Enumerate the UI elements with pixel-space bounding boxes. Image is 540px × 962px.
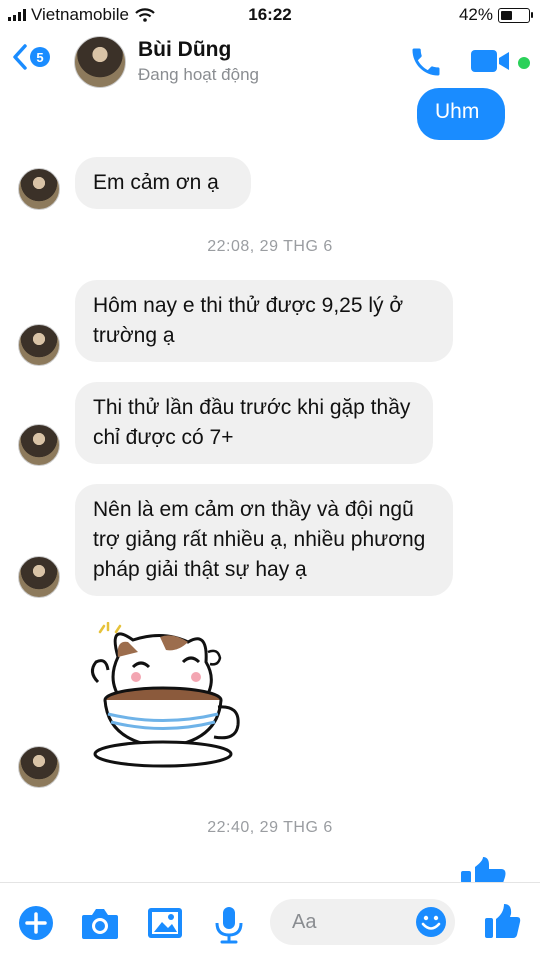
thumbs-up-icon[interactable] xyxy=(482,901,522,941)
back-button[interactable]: 5 xyxy=(12,44,50,70)
incoming-message[interactable]: Thi thử lần đầu trước khi gặp thầy chỉ đ… xyxy=(75,382,433,464)
message-input-placeholder: Aa xyxy=(292,911,317,933)
incoming-message[interactable]: Hôm nay e thi thử được 9,25 lý ở trường … xyxy=(75,280,453,362)
composer-bar: Aa xyxy=(0,882,540,962)
incoming-message[interactable]: Em cảm ơn ạ xyxy=(75,157,251,209)
chat-header: 5 Bùi Dũng Đang hoạt động xyxy=(0,30,540,92)
cat-in-cup-sticker[interactable] xyxy=(78,622,248,772)
incoming-message[interactable]: Nên là em cảm ơn thầy và đội ngũ trợ giả… xyxy=(75,484,453,596)
back-chevron-icon xyxy=(13,44,27,70)
contact-status: Đang hoạt động xyxy=(138,65,259,84)
sender-avatar[interactable] xyxy=(18,746,60,788)
battery-icon xyxy=(498,7,533,23)
contact-name[interactable]: Bùi Dũng xyxy=(138,38,231,62)
battery-percent: 42% xyxy=(458,5,493,24)
thumbs-up-icon[interactable] xyxy=(455,857,507,883)
contact-avatar[interactable] xyxy=(74,36,126,88)
video-camera-icon[interactable] xyxy=(470,46,512,76)
camera-icon[interactable] xyxy=(80,905,120,941)
message-list[interactable]: Uhm Em cảm ơn ạ 22:08, 29 THG 6 Hôm nay … xyxy=(0,88,540,883)
plus-icon[interactable] xyxy=(18,905,54,941)
timestamp: 22:08, 29 THG 6 xyxy=(207,238,333,255)
image-icon[interactable] xyxy=(146,905,184,941)
unread-count-badge: 5 xyxy=(30,47,50,67)
timestamp: 22:40, 29 THG 6 xyxy=(207,819,333,836)
online-indicator xyxy=(516,55,532,71)
message-input[interactable]: Aa xyxy=(270,899,455,945)
status-right: 42% xyxy=(458,5,533,25)
sender-avatar[interactable] xyxy=(18,424,60,466)
sender-avatar[interactable] xyxy=(18,556,60,598)
sender-avatar[interactable] xyxy=(18,168,60,210)
microphone-icon[interactable] xyxy=(212,905,246,945)
outgoing-message[interactable]: Uhm xyxy=(417,88,505,140)
sender-avatar[interactable] xyxy=(18,324,60,366)
status-bar: Vietnamobile 16:22 42% xyxy=(0,0,540,30)
phone-icon[interactable] xyxy=(408,44,444,80)
emoji-icon[interactable] xyxy=(415,906,447,938)
